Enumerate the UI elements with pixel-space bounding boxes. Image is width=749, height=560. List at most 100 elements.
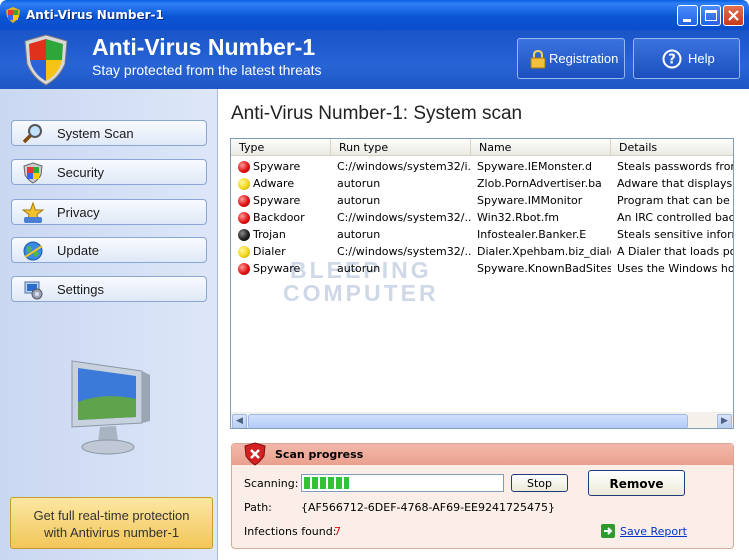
scroll-left-icon[interactable]: ◀ [232, 414, 247, 428]
cell-details: An IRC controlled backd [617, 211, 733, 224]
sidebar-item-label: Privacy [57, 205, 100, 220]
cell-name: Spyware.KnownBadSites [477, 262, 611, 275]
severity-black-icon [238, 229, 250, 241]
column-header-type[interactable]: Type [231, 139, 331, 156]
registration-button[interactable]: Registration [517, 38, 625, 79]
cell-details: Uses the Windows hosts [617, 262, 734, 275]
sidebar: System Scan Security Privacy Update Sett… [0, 89, 218, 560]
cell-name: Infostealer.Banker.E [477, 228, 587, 241]
table-row[interactable]: Spyware autorun Spyware.IMMonitor Program t… [231, 192, 733, 209]
table-row[interactable]: Trojan autorun Infostealer.Banker.E Steals … [231, 226, 733, 243]
table-row[interactable]: Dialer C://windows/system32/... Dialer.Xpe… [231, 243, 733, 260]
shield-logo-icon [24, 34, 68, 86]
registration-label: Registration [549, 51, 619, 66]
cell-run-type: C://windows/system32/i... [337, 160, 471, 173]
scan-progress-title: Scan progress [275, 448, 364, 461]
warning-shield-icon [244, 442, 266, 466]
svg-text:?: ? [668, 53, 676, 68]
column-header-run-type[interactable]: Run type [331, 139, 471, 156]
minimize-icon [683, 19, 691, 22]
column-header-details[interactable]: Details [611, 139, 733, 156]
table-row[interactable]: Spyware C://windows/system32/i... Spyware.… [231, 158, 733, 175]
save-report-arrow-icon [601, 524, 615, 538]
table-row[interactable]: Adware autorun Zlob.PornAdvertiser.ba Adwar… [231, 175, 733, 192]
sidebar-item-privacy[interactable]: Privacy [11, 199, 207, 225]
computer-monitor-image [71, 360, 150, 455]
cell-type: Adware [253, 177, 295, 190]
cell-type: Spyware [253, 262, 301, 275]
sidebar-item-system-scan[interactable]: System Scan [11, 120, 207, 146]
cell-type: Backdoor [253, 211, 305, 224]
cell-run-type: autorun [337, 177, 381, 190]
column-header-name[interactable]: Name [471, 139, 611, 156]
remove-button[interactable]: Remove [588, 470, 685, 496]
sidebar-item-security[interactable]: Security [11, 159, 207, 185]
app-header: Anti-Virus Number-1 Stay protected from … [0, 30, 749, 89]
table-row[interactable]: Backdoor C://windows/system32/... Win32.Rb… [231, 209, 733, 226]
cell-run-type: C://windows/system32/... [337, 211, 471, 224]
severity-red-icon [238, 195, 250, 207]
close-button[interactable] [723, 5, 744, 26]
maximize-button[interactable] [700, 5, 721, 26]
scan-progress-panel: Scan progress Scanning: Stop Remove Path… [231, 442, 734, 549]
severity-red-icon [238, 263, 250, 275]
scroll-right-icon[interactable]: ▶ [717, 414, 732, 428]
list-header: Type Run type Name Details [231, 139, 733, 156]
cell-details: Steals sensitive informat [617, 228, 733, 241]
scroll-thumb[interactable] [248, 414, 688, 428]
infections-label: Infections found: [244, 525, 337, 538]
scanning-label: Scanning: [244, 477, 299, 490]
path-value: {AF566712-6DEF-4768-AF69-EE9241725475} [301, 501, 555, 514]
cell-type: Spyware [253, 194, 301, 207]
severity-red-icon [238, 212, 250, 224]
padlock-icon [530, 49, 546, 69]
sidebar-item-label: System Scan [57, 126, 134, 141]
window-title: Anti-Virus Number-1 [26, 8, 164, 22]
cell-details: A Dialer that loads porne [617, 245, 733, 258]
stop-button[interactable]: Stop [511, 474, 568, 492]
header-subtitle: Stay protected from the latest threats [92, 62, 322, 78]
promo-line2: with Antivirus number-1 [43, 525, 180, 540]
title-bar: Anti-Virus Number-1 [0, 0, 749, 30]
threat-list[interactable]: Type Run type Name Details BLEEPING COMP… [230, 138, 734, 429]
cell-run-type: autorun [337, 262, 381, 275]
severity-yellow-icon [238, 178, 250, 190]
watermark-line2: COMPUTER [283, 280, 439, 306]
sidebar-item-label: Update [57, 243, 99, 258]
path-label: Path: [244, 501, 272, 514]
cell-type: Spyware [253, 160, 301, 173]
severity-red-icon [238, 161, 250, 173]
globe-icon [23, 241, 43, 261]
help-label: Help [688, 51, 715, 66]
help-button[interactable]: ? Help [633, 38, 740, 79]
cell-run-type: autorun [337, 194, 381, 207]
cell-type: Dialer [253, 245, 286, 258]
header-title: Anti-Virus Number-1 [92, 34, 316, 60]
sidebar-item-update[interactable]: Update [11, 237, 207, 263]
horizontal-scrollbar[interactable]: ◀ ▶ [231, 412, 733, 428]
app-shield-icon [6, 7, 20, 23]
cell-name: Spyware.IEMonster.d [477, 160, 592, 173]
promo-banner[interactable]: Get full real-time protection with Antiv… [10, 497, 213, 549]
sidebar-item-settings[interactable]: Settings [11, 276, 207, 302]
shield-icon [23, 162, 43, 184]
cell-name: Spyware.IMMonitor [477, 194, 583, 207]
close-icon [728, 10, 739, 21]
promo-line1: Get full real-time protection [33, 508, 190, 523]
cell-name: Dialer.Xpehbam.biz_dialer [477, 245, 611, 258]
cell-run-type: C://windows/system32/... [337, 245, 471, 258]
save-report-link[interactable]: Save Report [620, 525, 687, 538]
maximize-icon [705, 10, 717, 21]
minimize-button[interactable] [677, 5, 698, 26]
cell-details: Adware that displays pc [617, 177, 733, 190]
sidebar-item-label: Security [57, 165, 104, 180]
privacy-icon [22, 202, 44, 224]
page-title: Anti-Virus Number-1: System scan [231, 103, 523, 124]
scan-progress-header: Scan progress [232, 442, 733, 466]
cell-run-type: autorun [337, 228, 381, 241]
cell-name: Zlob.PornAdvertiser.ba [477, 177, 602, 190]
table-row[interactable]: Spyware autorun Spyware.KnownBadSites Uses … [231, 260, 734, 277]
progress-fill [304, 477, 350, 489]
help-icon: ? [662, 49, 682, 69]
severity-yellow-icon [238, 246, 250, 258]
